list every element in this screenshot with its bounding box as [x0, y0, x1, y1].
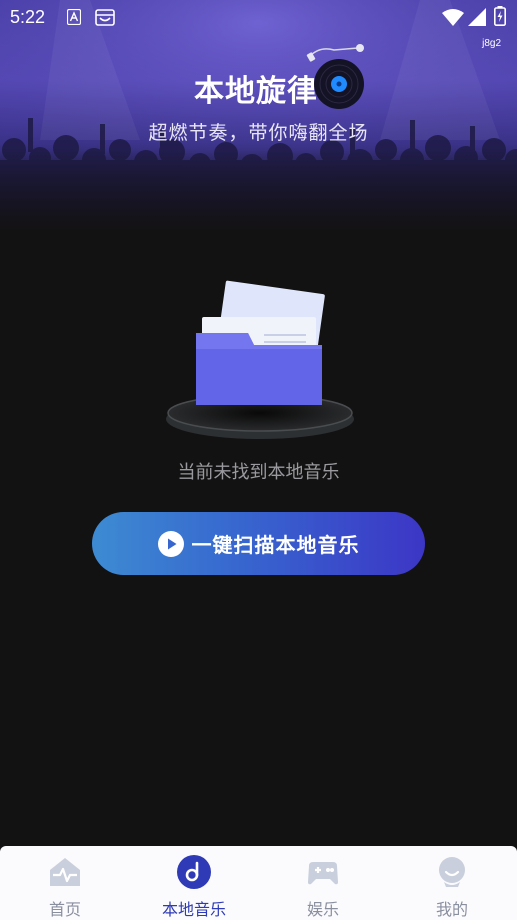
- nav-label-profile: 我的: [435, 900, 468, 919]
- battery-icon: [494, 6, 506, 26]
- scan-button-label: 一键扫描本地音乐: [191, 533, 360, 557]
- home-pulse-icon: [50, 858, 80, 886]
- status-time: 5:22: [10, 7, 46, 27]
- vinyl-record-icon: [306, 44, 364, 109]
- nav-label-entertainment: 娱乐: [306, 900, 339, 919]
- folder-icon: [166, 280, 354, 439]
- nav-label-local-music: 本地音乐: [161, 900, 226, 919]
- signal-icon: [468, 8, 486, 26]
- gamepad-icon: [308, 862, 338, 885]
- play-circle-icon: [157, 530, 184, 557]
- profile-face-icon: [439, 857, 465, 887]
- page-subtitle: 超燃节奏，带你嗨翻全场: [148, 122, 369, 144]
- scan-local-music-button[interactable]: 一键扫描本地音乐: [92, 512, 425, 575]
- nav-label-home: 首页: [48, 900, 81, 919]
- inbox-icon: [95, 9, 115, 26]
- nav-item-home[interactable]: 首页: [20, 846, 110, 920]
- status-bar: 5:22: [0, 0, 517, 36]
- text-a-icon: [67, 9, 81, 25]
- device-tag: j8g2: [482, 38, 501, 49]
- empty-state-message: 当前未找到本地音乐: [177, 462, 340, 483]
- nav-item-profile[interactable]: 我的: [407, 846, 497, 920]
- nav-item-local-music[interactable]: 本地音乐: [149, 846, 239, 920]
- music-note-icon: [177, 855, 211, 889]
- nav-item-entertainment[interactable]: 娱乐: [278, 846, 368, 920]
- bottom-navigation: 首页 本地音乐 娱乐 我的: [0, 846, 517, 920]
- wifi-icon: [442, 9, 464, 26]
